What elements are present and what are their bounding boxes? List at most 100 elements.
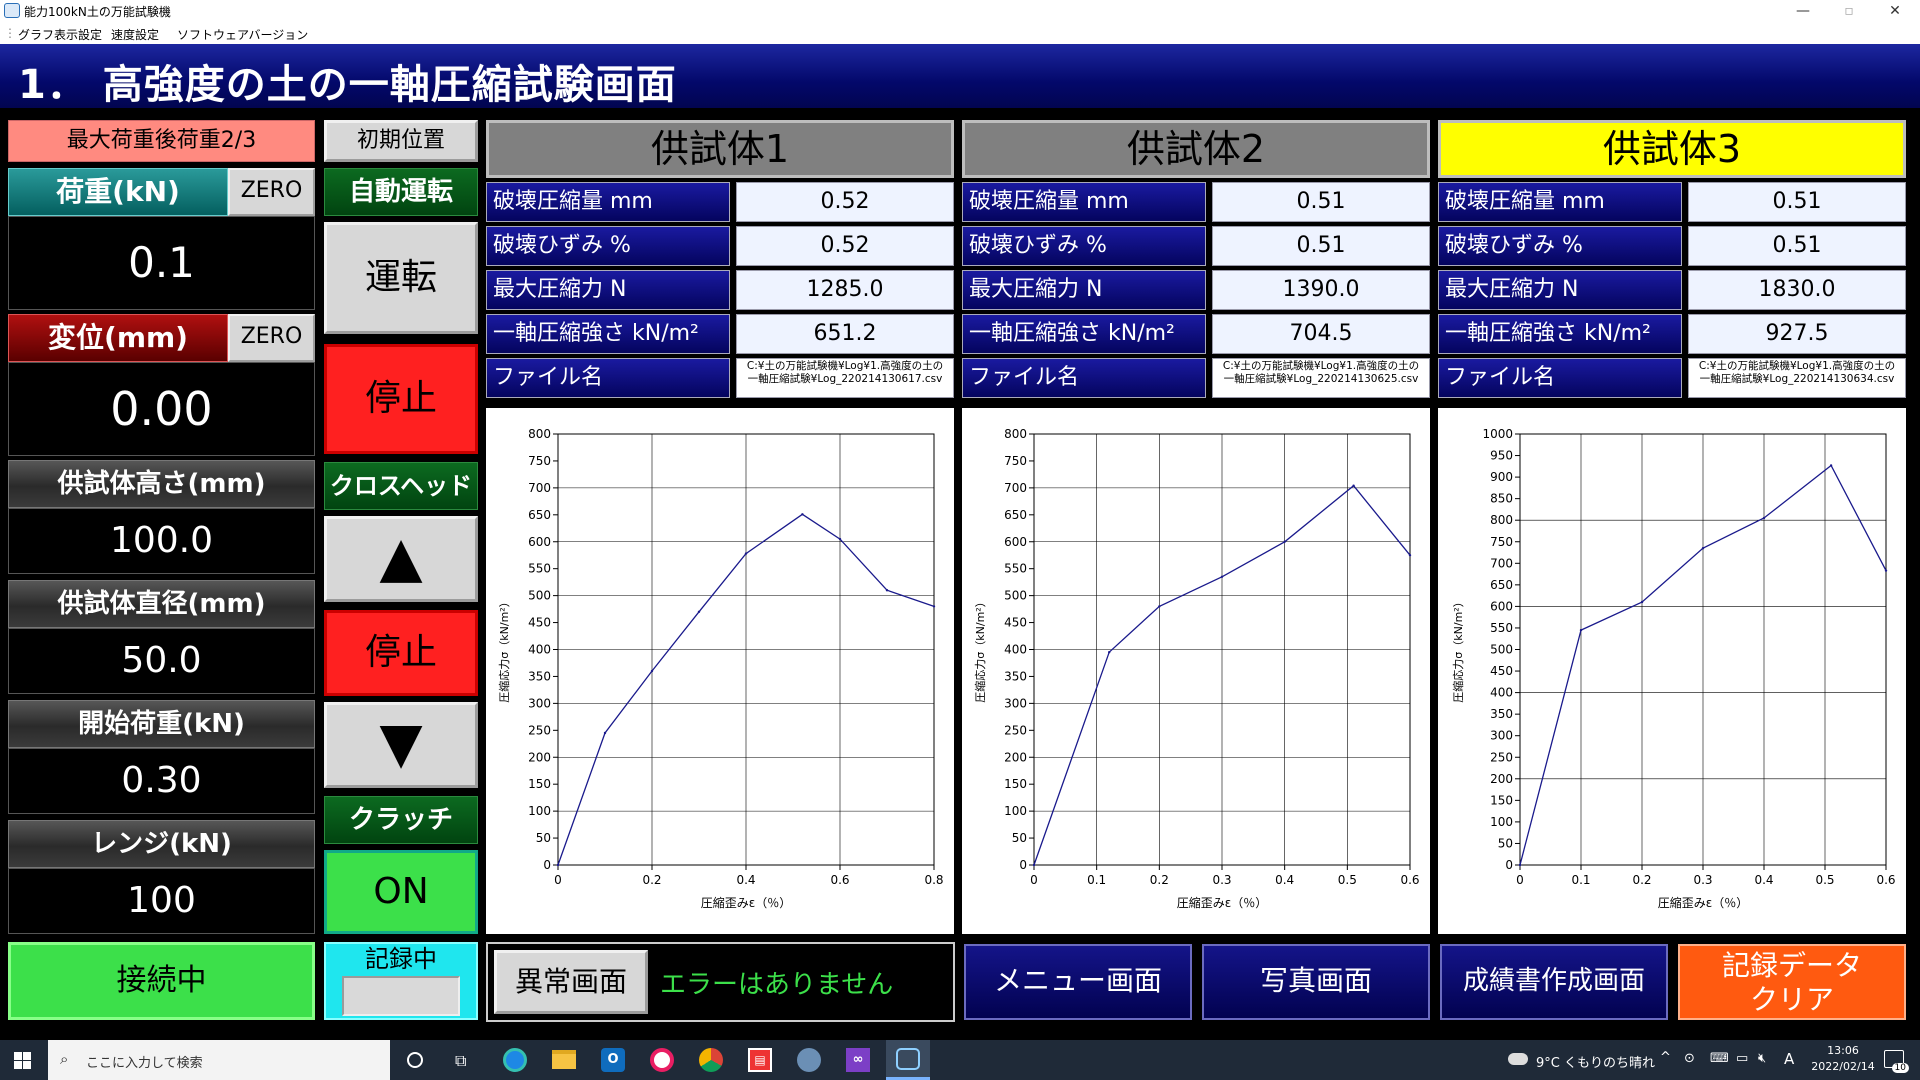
menu-bar: ⋮ グラフ表示設定 速度設定 ソフトウェアバージョン (0, 22, 1920, 44)
y-tick-label: 300 (1004, 696, 1027, 710)
specimen-2-fracture-compression-label: 破壊圧縮量 mm (962, 182, 1206, 222)
stop-run-button[interactable]: 停止 (324, 344, 478, 454)
load-zero-button[interactable]: ZERO (228, 168, 315, 216)
cortana-icon[interactable] (407, 1052, 423, 1068)
clutch-on-button[interactable]: ON (324, 850, 478, 934)
displacement-value: 0.00 (8, 362, 315, 456)
data-point (556, 863, 560, 867)
close-icon[interactable]: ✕ (1872, 0, 1918, 22)
y-tick-label: 50 (1012, 831, 1027, 845)
range-value[interactable]: 100 (8, 868, 315, 934)
specimen-1-chart: 0 0.2 0.4 0.6 0.8 0 50 100 150 200 250 300 350 400 450… (486, 408, 954, 934)
specimen-2-fracture-strain-label: 破壊ひずみ % (962, 226, 1206, 266)
menu-speed-settings[interactable]: 速度設定 (111, 26, 159, 43)
crosshead-down-button[interactable]: ▼ (324, 702, 478, 788)
crosshead-up-button[interactable]: ▲ (324, 516, 478, 602)
range-label: レンジ(kN) (8, 820, 315, 868)
weather-text[interactable]: 9°C くもりのち晴れ (1536, 1052, 1655, 1071)
network-icon[interactable]: ▭ (1736, 1051, 1748, 1066)
visual-studio-icon[interactable]: ∞ (846, 1048, 870, 1072)
taskbar-search-box[interactable]: ⌕ ここに入力して検索 (48, 1040, 390, 1080)
photo-screen-button[interactable]: 写真画面 (1200, 942, 1432, 1022)
abnormal-screen-button[interactable]: 異常画面 (494, 950, 648, 1014)
file-path-line1: C:¥土の万能試験機¥Log¥1.高強度の土の (1698, 360, 1896, 372)
y-tick-label: 300 (528, 696, 551, 710)
specimen-3-ucs-value: 927.5 (1688, 314, 1906, 354)
y-tick-label: 350 (528, 669, 551, 683)
taskbar: ⌕ ここに入力して検索 ⧉ O ▤ ∞ 9°C くもりのち晴れ ^ ⊙ ⌨ ▭ … (0, 1040, 1920, 1080)
x-tick-label: 0.6 (1876, 873, 1895, 887)
data-point (1283, 540, 1286, 543)
menu-software-version[interactable]: ソフトウェアバージョン (177, 26, 308, 43)
data-point (697, 610, 701, 613)
specimen-3-tab[interactable]: 供試体3 (1438, 120, 1906, 178)
volume-muted-icon[interactable]: 🔇︎ (1758, 1051, 1766, 1066)
menu-graph-settings[interactable]: グラフ表示設定 (18, 26, 102, 43)
x-tick-label: 0.2 (1150, 873, 1169, 887)
tray-app-icon[interactable]: ⊙ (1684, 1051, 1695, 1066)
displacement-zero-button[interactable]: ZERO (228, 314, 315, 362)
chrome-icon[interactable] (699, 1048, 723, 1072)
specimen-2-tab[interactable]: 供試体2 (962, 120, 1430, 178)
y-tick-label: 450 (1490, 664, 1513, 678)
clear-record-button[interactable]: 記録データ クリア (1678, 944, 1906, 1020)
report-screen-button[interactable]: 成績書作成画面 (1438, 942, 1670, 1022)
outlook-icon[interactable]: O (601, 1048, 625, 1072)
crosshead-stop-button[interactable]: 停止 (324, 610, 478, 696)
file-explorer-icon[interactable] (552, 1050, 576, 1069)
tray-touch-keyboard-icon[interactable]: ⌨ (1710, 1051, 1729, 1066)
notification-icon[interactable]: 10 (1884, 1050, 1909, 1073)
x-tick-label: 0 (1030, 873, 1038, 887)
app-flower-icon[interactable] (650, 1048, 674, 1072)
x-tick-label: 0.3 (1693, 873, 1712, 887)
data-point (885, 589, 889, 592)
y-tick-label: 200 (528, 750, 551, 764)
file-path-line1: C:¥土の万能試験機¥Log¥1.高強度の土の (1222, 360, 1420, 372)
task-view-icon[interactable]: ⧉ (455, 1051, 466, 1071)
ime-indicator[interactable]: A (1784, 1050, 1794, 1068)
up-arrow-icon: ▲ (379, 525, 423, 590)
run-button[interactable]: 運転 (324, 222, 478, 334)
initial-position-button[interactable]: 初期位置 (324, 120, 478, 162)
data-point (1108, 650, 1111, 654)
mode-label[interactable]: 最大荷重後荷重2/3 (8, 120, 315, 162)
y-tick-label: 600 (1490, 599, 1513, 613)
clock-time: 13:06 (1827, 1044, 1859, 1057)
connection-status-button[interactable]: 接続中 (8, 942, 315, 1020)
y-tick-label: 350 (1490, 707, 1513, 721)
specimen-3-filename-label: ファイル名 (1438, 358, 1682, 398)
edge-icon[interactable] (503, 1048, 527, 1072)
y-tick-label: 600 (1004, 535, 1027, 549)
clock[interactable]: 13:06 2022/02/14 (1808, 1043, 1878, 1075)
specimen-3-max-force-label: 最大圧縮力 N (1438, 270, 1682, 310)
y-tick-label: 700 (1004, 481, 1027, 495)
clear-record-line1: 記録データ (1721, 949, 1862, 982)
y-tick-label: 700 (528, 481, 551, 495)
height-value[interactable]: 100.0 (8, 508, 315, 574)
app-tool-icon[interactable] (797, 1048, 821, 1072)
active-app-taskbar-item[interactable] (886, 1040, 930, 1080)
taskbar-search-placeholder: ここに入力して検索 (86, 1056, 203, 1071)
specimen-3-fracture-strain-value: 0.51 (1688, 226, 1906, 266)
y-tick-label: 500 (528, 589, 551, 603)
specimen-1-tab[interactable]: 供試体1 (486, 120, 954, 178)
windows-start-icon[interactable] (14, 1052, 31, 1069)
specimen-1-ucs-label: 一軸圧縮強さ kN/m² (486, 314, 730, 354)
pdf-app-icon[interactable]: ▤ (748, 1048, 772, 1072)
minimize-icon[interactable]: — (1780, 0, 1826, 22)
x-axis-label: 圧縮歪みε（％） (701, 895, 792, 910)
menu-screen-button[interactable]: メニュー画面 (962, 942, 1194, 1022)
start-load-value[interactable]: 0.30 (8, 748, 315, 814)
y-tick-label: 650 (528, 508, 551, 522)
diameter-value[interactable]: 50.0 (8, 628, 315, 694)
x-tick-label: 0.1 (1571, 873, 1590, 887)
x-tick-label: 0.2 (642, 873, 661, 887)
y-tick-label: 550 (1490, 621, 1513, 635)
menu-grip: ⋮ (4, 26, 16, 40)
specimen-1-filename-label: ファイル名 (486, 358, 730, 398)
tray-chevron-icon[interactable]: ^ (1660, 1050, 1671, 1065)
maximize-icon[interactable]: ▫ (1826, 0, 1872, 22)
specimen-1-fracture-strain-value: 0.52 (736, 226, 954, 266)
y-tick-label: 100 (1490, 815, 1513, 829)
status-panel: 異常画面 エラーはありません (486, 942, 955, 1022)
